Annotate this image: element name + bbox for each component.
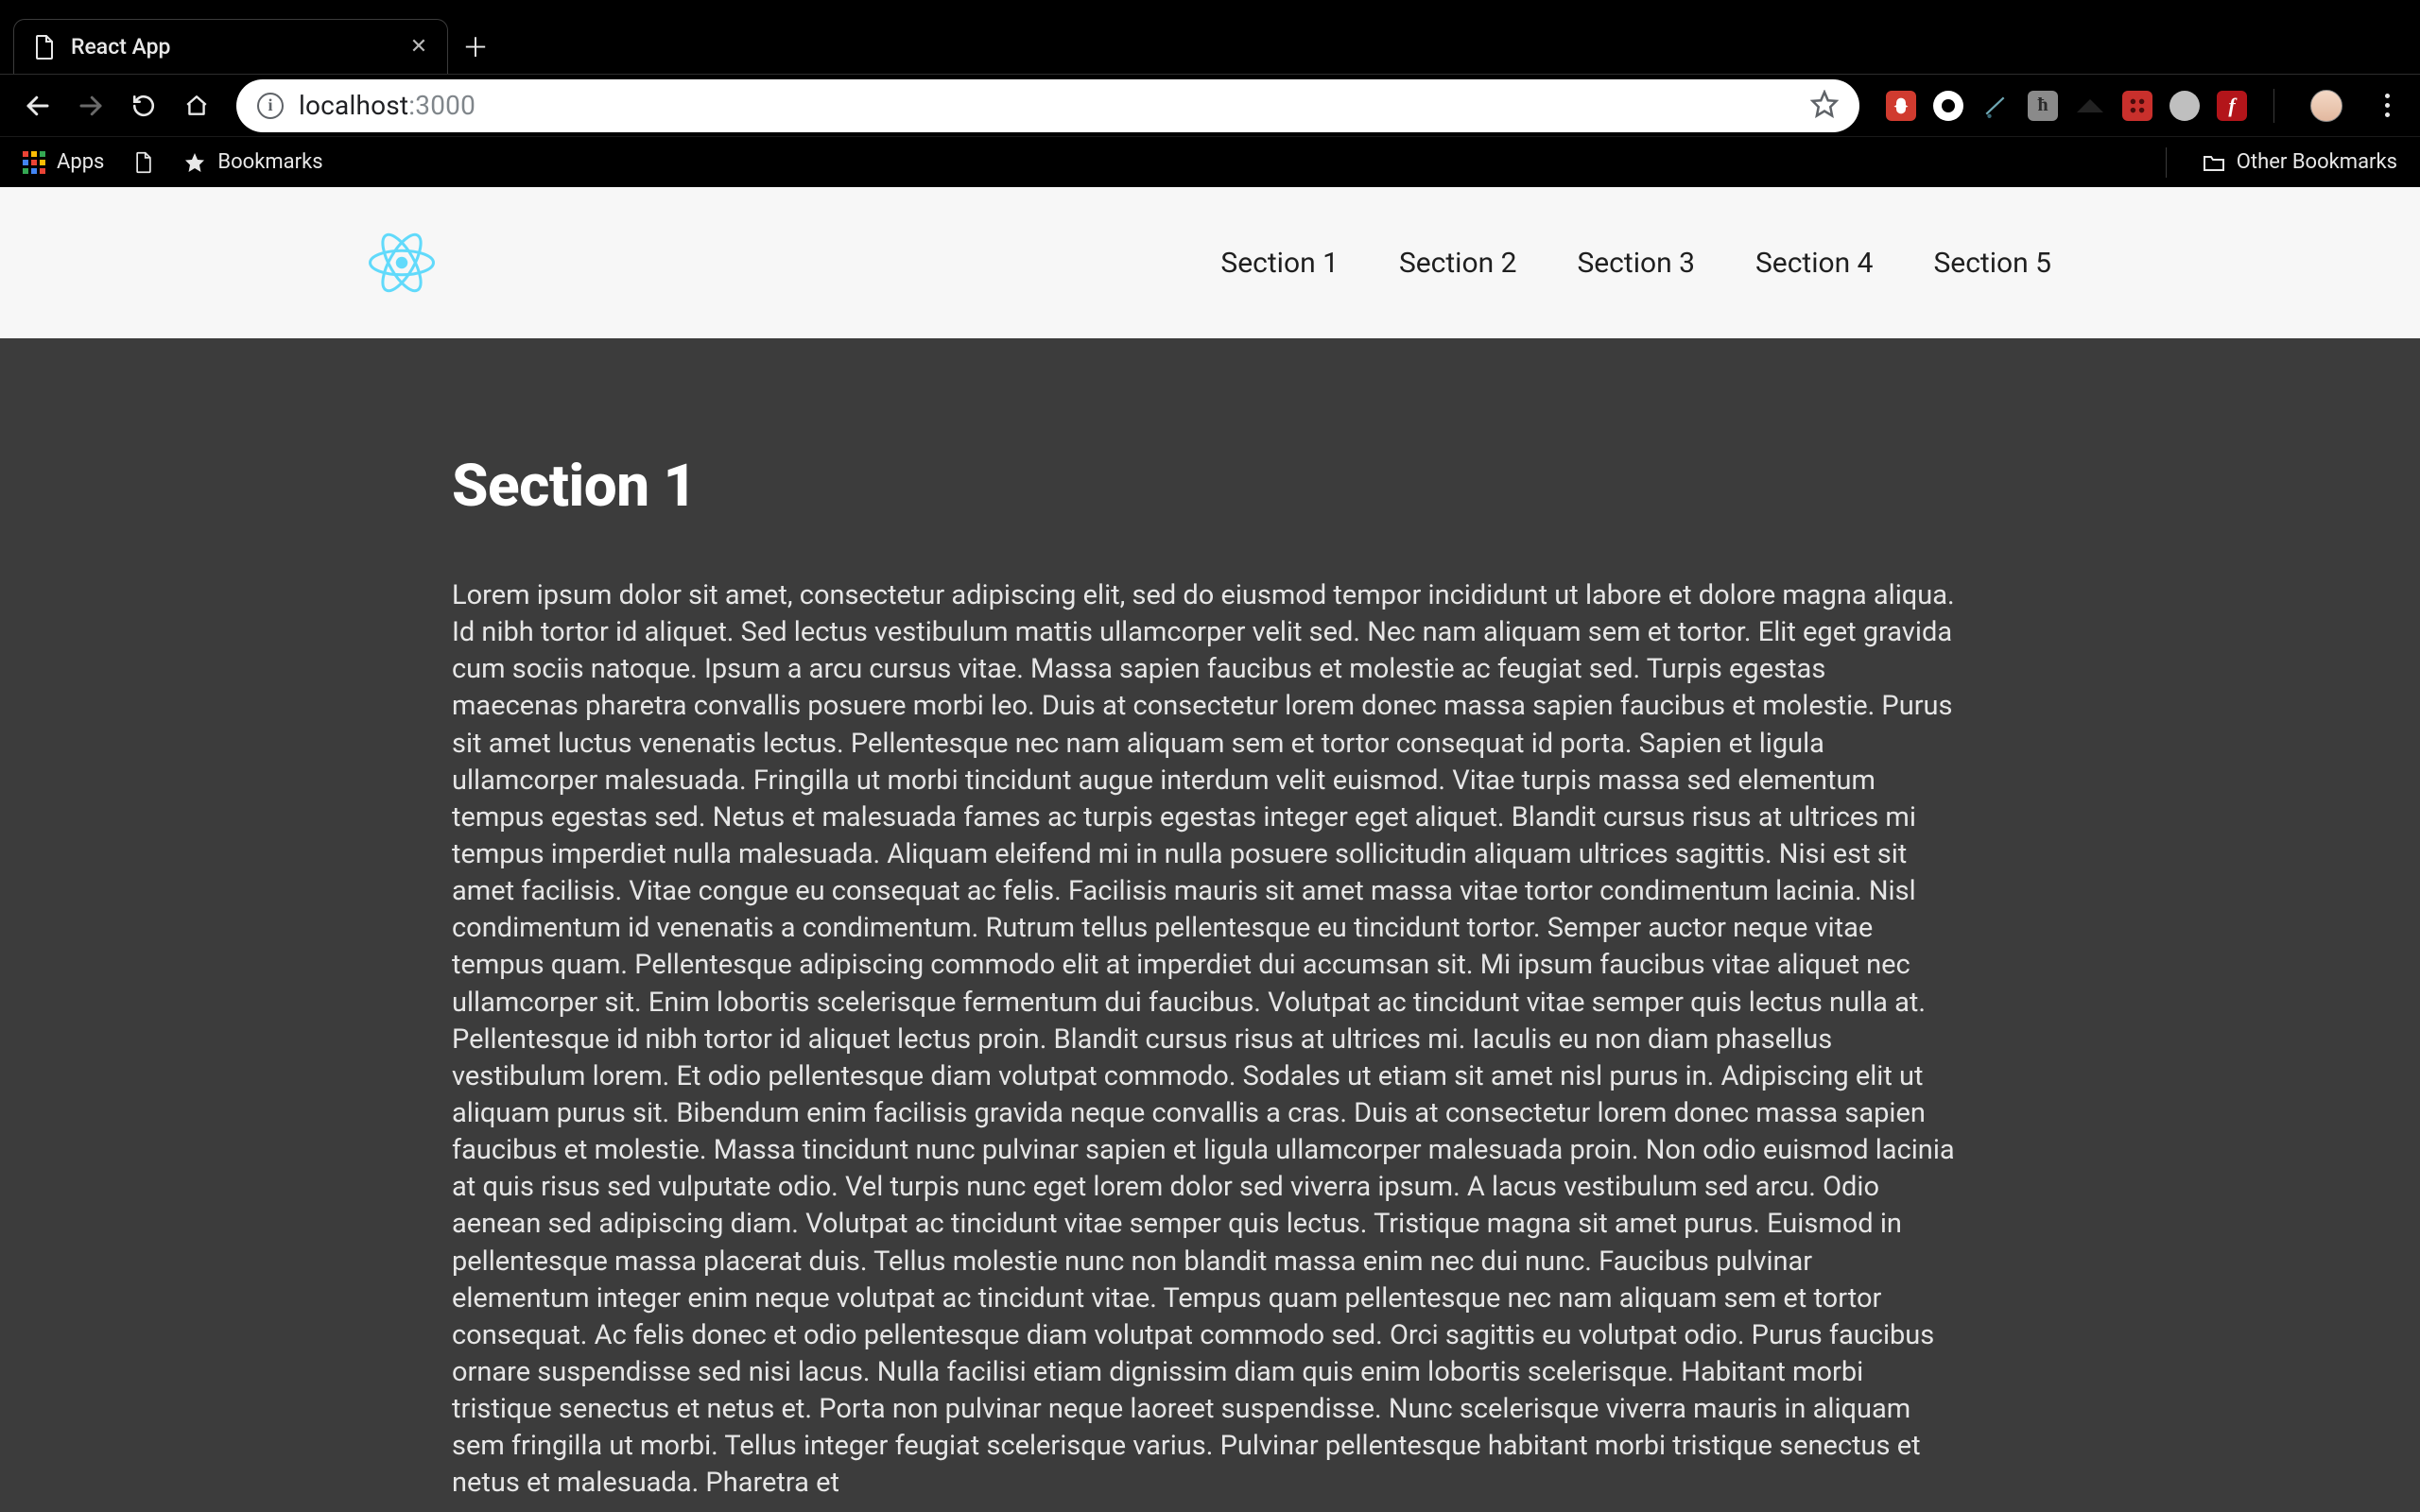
- folder-icon: [2203, 151, 2225, 174]
- close-icon[interactable]: ✕: [407, 36, 430, 59]
- apps-icon: [23, 151, 45, 174]
- nav-link-section-5[interactable]: Section 5: [1933, 247, 2051, 280]
- react-logo-icon: [369, 230, 444, 296]
- section-heading: Section 1: [452, 452, 1955, 521]
- bookmark-item[interactable]: [132, 151, 155, 174]
- home-button[interactable]: [176, 85, 217, 127]
- extension-icon[interactable]: [1886, 91, 1916, 121]
- nav-link-section-3[interactable]: Section 3: [1577, 247, 1695, 280]
- separator: [2166, 147, 2167, 178]
- content-section: Section 1 Lorem ipsum dolor sit amet, co…: [0, 338, 2420, 1503]
- reload-button[interactable]: [123, 85, 164, 127]
- page-header: Section 1 Section 2 Section 3 Section 4 …: [0, 187, 2420, 338]
- extension-icon[interactable]: ħ: [2028, 91, 2058, 121]
- other-bookmarks[interactable]: Other Bookmarks: [2203, 150, 2397, 174]
- extensions-row: ħ f: [1878, 89, 2403, 123]
- nav-link-section-1[interactable]: Section 1: [1220, 247, 1339, 280]
- tab-strip: React App ✕ ＋: [0, 0, 2420, 74]
- back-button[interactable]: [17, 85, 59, 127]
- bookmark-star-icon[interactable]: [1810, 90, 1839, 122]
- file-icon: [31, 34, 58, 60]
- browser-toolbar: i localhost:3000 ħ: [0, 74, 2420, 136]
- page-nav: Section 1 Section 2 Section 3 Section 4 …: [1220, 247, 2051, 280]
- extension-icon[interactable]: [2122, 91, 2152, 121]
- extension-icon[interactable]: f: [2217, 91, 2247, 121]
- new-tab-button[interactable]: ＋: [448, 19, 503, 74]
- profile-avatar[interactable]: [2310, 90, 2342, 122]
- nav-link-section-4[interactable]: Section 4: [1755, 247, 1874, 280]
- section-body: Lorem ipsum dolor sit amet, consectetur …: [452, 577, 1955, 1503]
- extension-icon[interactable]: [1980, 91, 2011, 121]
- bookmarks-folder[interactable]: Bookmarks: [183, 150, 322, 174]
- page-viewport: Section 1 Section 2 Section 3 Section 4 …: [0, 187, 2420, 1512]
- browser-tab[interactable]: React App ✕: [13, 19, 448, 74]
- site-info-icon[interactable]: i: [257, 93, 284, 119]
- file-icon: [132, 151, 155, 174]
- extension-icon[interactable]: [2075, 91, 2105, 121]
- forward-button[interactable]: [70, 85, 112, 127]
- extension-icon[interactable]: [1933, 91, 1963, 121]
- tab-title: React App: [71, 34, 394, 60]
- browser-chrome: React App ✕ ＋ i localhost:3000: [0, 0, 2420, 187]
- extension-icon[interactable]: [2169, 91, 2200, 121]
- nav-link-section-2[interactable]: Section 2: [1399, 247, 1517, 280]
- bookmarks-bar: Apps Bookmarks Other Bookmarks: [0, 136, 2420, 187]
- address-bar[interactable]: i localhost:3000: [236, 79, 1859, 132]
- browser-menu-icon[interactable]: [2371, 94, 2403, 117]
- apps-button[interactable]: Apps: [23, 150, 104, 174]
- url-text: localhost:3000: [299, 90, 475, 121]
- separator: [2273, 89, 2274, 123]
- star-icon: [183, 151, 206, 174]
